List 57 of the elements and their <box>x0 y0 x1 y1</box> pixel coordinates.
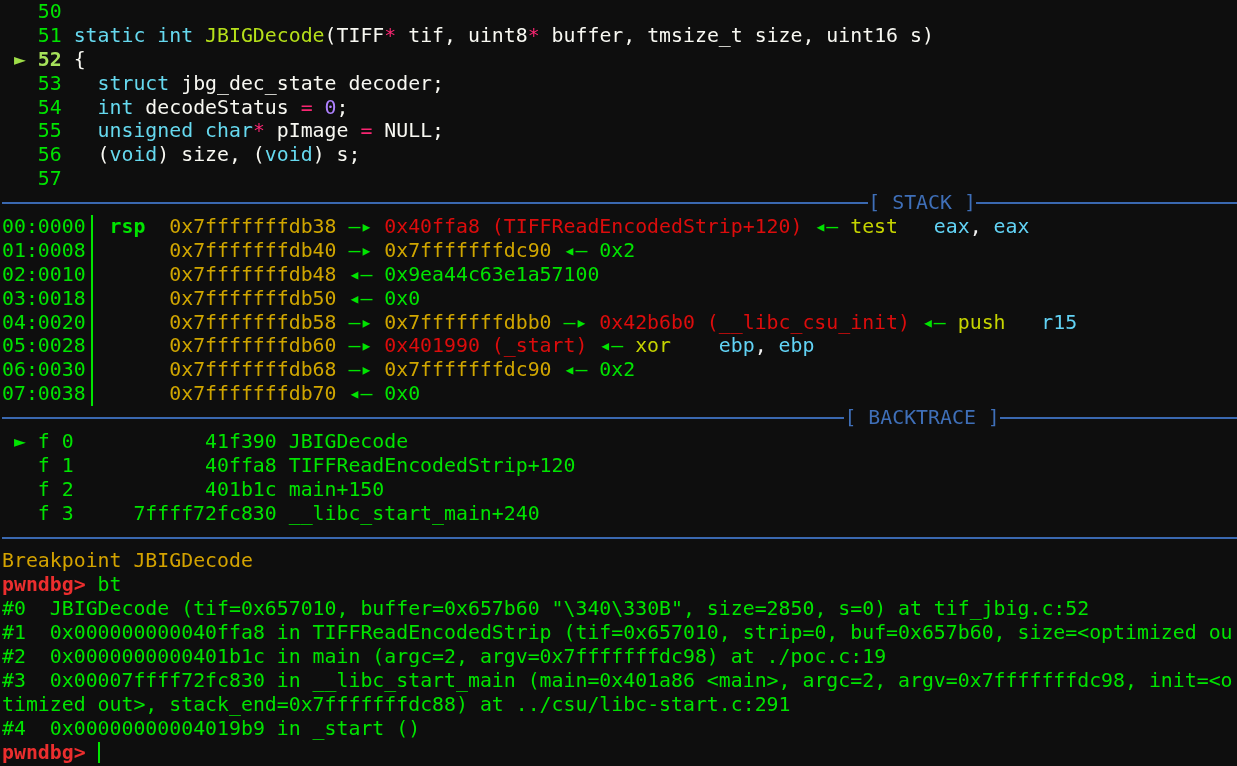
current-line-marker: ► <box>13 47 26 71</box>
stack-offset: 05:0028 <box>2 334 86 359</box>
frame-index: f 0 <box>37 430 74 454</box>
line-number: 50 <box>37 0 62 24</box>
frame-index: f 1 <box>37 453 74 478</box>
stack-offset: 03:0018 <box>2 286 86 311</box>
frame-symbol: main+150 <box>288 477 385 502</box>
code-line: unsigned char* pImage = NULL; <box>96 119 445 144</box>
section-title: [ BACKTRACE ] <box>844 406 1000 431</box>
frame-marker: ► <box>13 430 26 454</box>
section-title: [ STACK ] <box>868 191 976 216</box>
console-output: #4 0x00000000004019b9 in _start () <box>2 716 421 741</box>
code-line: (void) size, (void) s; <box>96 143 361 168</box>
code-line: struct jbg_dec_state decoder; <box>96 71 444 96</box>
console-output: timized out>, stack_end=0x7fffffffdc88) at ../csu/libc-start.c:291 <box>2 692 791 717</box>
console-output: #2 0x0000000000401b1c in main (argc=2, argv=0x7fffffffdc98) at ./poc.c:19 <box>2 645 887 669</box>
shell-prompt: pwndbg> <box>2 573 86 598</box>
breakpoint-message: Breakpoint JBIGDecode <box>2 549 253 574</box>
frame-symbol: JBIGDecode <box>288 430 409 454</box>
pointer-chain: 0x7fffffffdb38 —▸ 0x40ffa8 (TIFFReadEncodedStrip+120) ◂— test eax, eax <box>169 215 1030 239</box>
stack-offset: 04:0020 <box>2 310 86 335</box>
line-number: 55 <box>37 119 62 144</box>
line-number: 53 <box>37 71 62 96</box>
frame-address: 7ffff72fc830 <box>132 501 277 526</box>
console-output: #1 0x000000000040ffa8 in TIFFReadEncodedStrip (tif=0x657010, strip=0, buf=0x657b60, size=<optimized ou <box>2 621 1233 646</box>
line-number: 56 <box>37 143 62 168</box>
pointer-chain: 0x7fffffffdb68 —▸ 0x7fffffffdc90 ◂— 0x2 <box>169 358 636 383</box>
stack-offset: 02:0010 <box>2 262 86 287</box>
code-line: static int JBIGDecode(TIFF* tif, uint8* buffer, tmsize_t size, uint16 s) <box>73 23 934 48</box>
code-line: int decodeStatus = 0; <box>96 95 349 120</box>
frame-index: f 2 <box>37 477 74 502</box>
register-label: rsp <box>109 215 147 239</box>
line-number: 52 <box>37 47 62 72</box>
line-number: 51 <box>37 23 62 48</box>
frame-index: f 3 <box>37 501 74 526</box>
line-number: 57 <box>37 167 62 192</box>
pointer-chain: 0x7fffffffdb60 —▸ 0x401990 (_start) ◂— xor ebp, ebp <box>169 334 815 359</box>
frame-address: 401b1c <box>204 477 277 502</box>
pointer-chain: 0x7fffffffdb70 ◂— 0x0 <box>169 382 421 407</box>
console-output: #3 0x00007ffff72fc830 in __libc_start_main (main=0x401a86 <main>, argc=2, argv=0x7fffffffdc98, init=<o <box>2 668 1233 693</box>
frame-address: 40ffa8 <box>204 453 277 478</box>
code-line: { <box>73 47 86 72</box>
frame-address: 41f390 <box>204 430 277 454</box>
pointer-chain: 0x7fffffffdb50 ◂— 0x0 <box>169 286 421 311</box>
command-text: bt <box>97 573 122 598</box>
pointer-chain: 0x7fffffffdb48 ◂— 0x9ea44c63e1a57100 <box>169 262 600 287</box>
shell-prompt: pwndbg> <box>2 740 86 765</box>
frame-symbol: __libc_start_main+240 <box>288 501 540 526</box>
stack-offset: 06:0030 <box>2 358 86 383</box>
frame-symbol: TIFFReadEncodedStrip+120 <box>288 453 576 478</box>
console-output: #0 JBIGDecode (tif=0x657010, buffer=0x657b60 "\340\330B", size=2850, s=0) at tif_jbig.c:52 <box>2 597 1090 622</box>
pointer-chain: 0x7fffffffdb58 —▸ 0x7fffffffdbb0 —▸ 0x42b6b0 (__libc_csu_init) ◂— push r15 <box>169 310 1078 335</box>
line-number: 54 <box>37 95 62 120</box>
stack-offset: 00:0000 <box>2 215 86 239</box>
pointer-chain: 0x7fffffffdb40 —▸ 0x7fffffffdc90 ◂— 0x2 <box>169 238 636 263</box>
stack-offset: 07:0038 <box>2 382 86 407</box>
stack-offset: 01:0008 <box>2 238 86 263</box>
